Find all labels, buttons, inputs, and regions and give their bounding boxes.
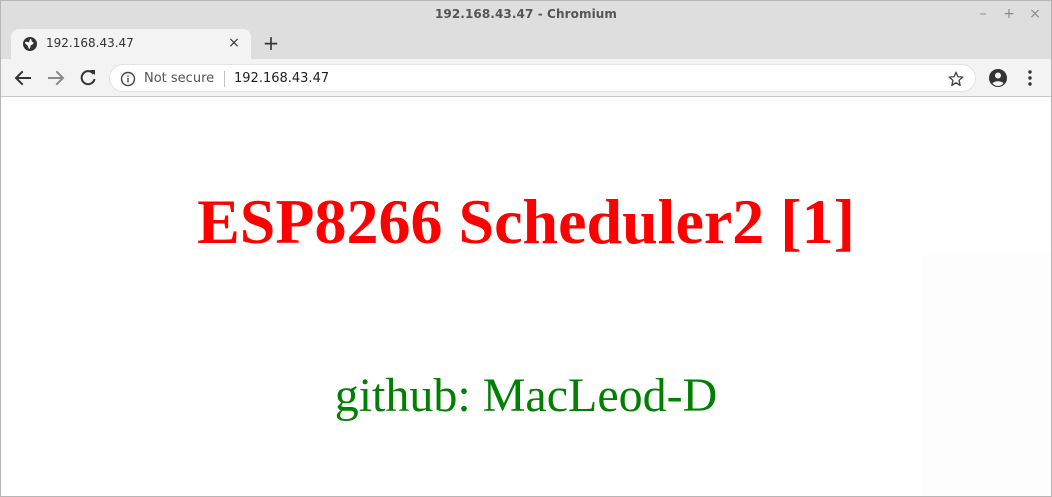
tab-close-button[interactable]: × [225,34,243,52]
back-button[interactable] [11,66,35,90]
minimize-button[interactable]: – [975,5,991,23]
url-text[interactable]: 192.168.43.47 [234,71,329,86]
globe-icon [22,36,38,52]
page-heading: ESP8266 Scheduler2 [1] [197,186,855,257]
reload-button[interactable] [76,66,100,90]
tab-title: 192.168.43.47 [46,36,134,50]
star-icon[interactable] [947,70,965,88]
address-divider [224,71,225,87]
back-arrow-icon [11,66,35,90]
tab-active[interactable]: 192.168.43.47 × [11,29,251,59]
forward-arrow-icon [44,66,68,90]
menu-button[interactable] [1018,66,1042,90]
profile-button[interactable] [986,66,1010,90]
new-tab-button[interactable]: + [259,32,283,56]
toolbar: Not secure 192.168.43.47 [1,59,1051,97]
window-title: 192.168.43.47 - Chromium [434,7,618,21]
kebab-menu-icon [1018,66,1042,90]
security-label[interactable]: Not secure [144,71,214,86]
title-bar: 192.168.43.47 - Chromium – + × [1,1,1051,29]
address-bar[interactable]: Not secure 192.168.43.47 [109,64,976,92]
page-content: ESP8266 Scheduler2 [1] github: MacLeod-D [1,98,1051,496]
window-controls: – + × [975,5,1043,23]
close-window-button[interactable]: × [1027,5,1043,23]
info-icon[interactable] [120,71,136,87]
account-icon [986,66,1010,90]
github-credit: github: MacLeod-D [334,369,718,422]
tab-strip: 192.168.43.47 × + [1,29,1051,59]
browser-window: 192.168.43.47 - Chromium – + × 192.168.4… [0,0,1052,497]
maximize-button[interactable]: + [1001,5,1017,23]
forward-button[interactable] [44,66,68,90]
reload-icon [76,66,100,90]
